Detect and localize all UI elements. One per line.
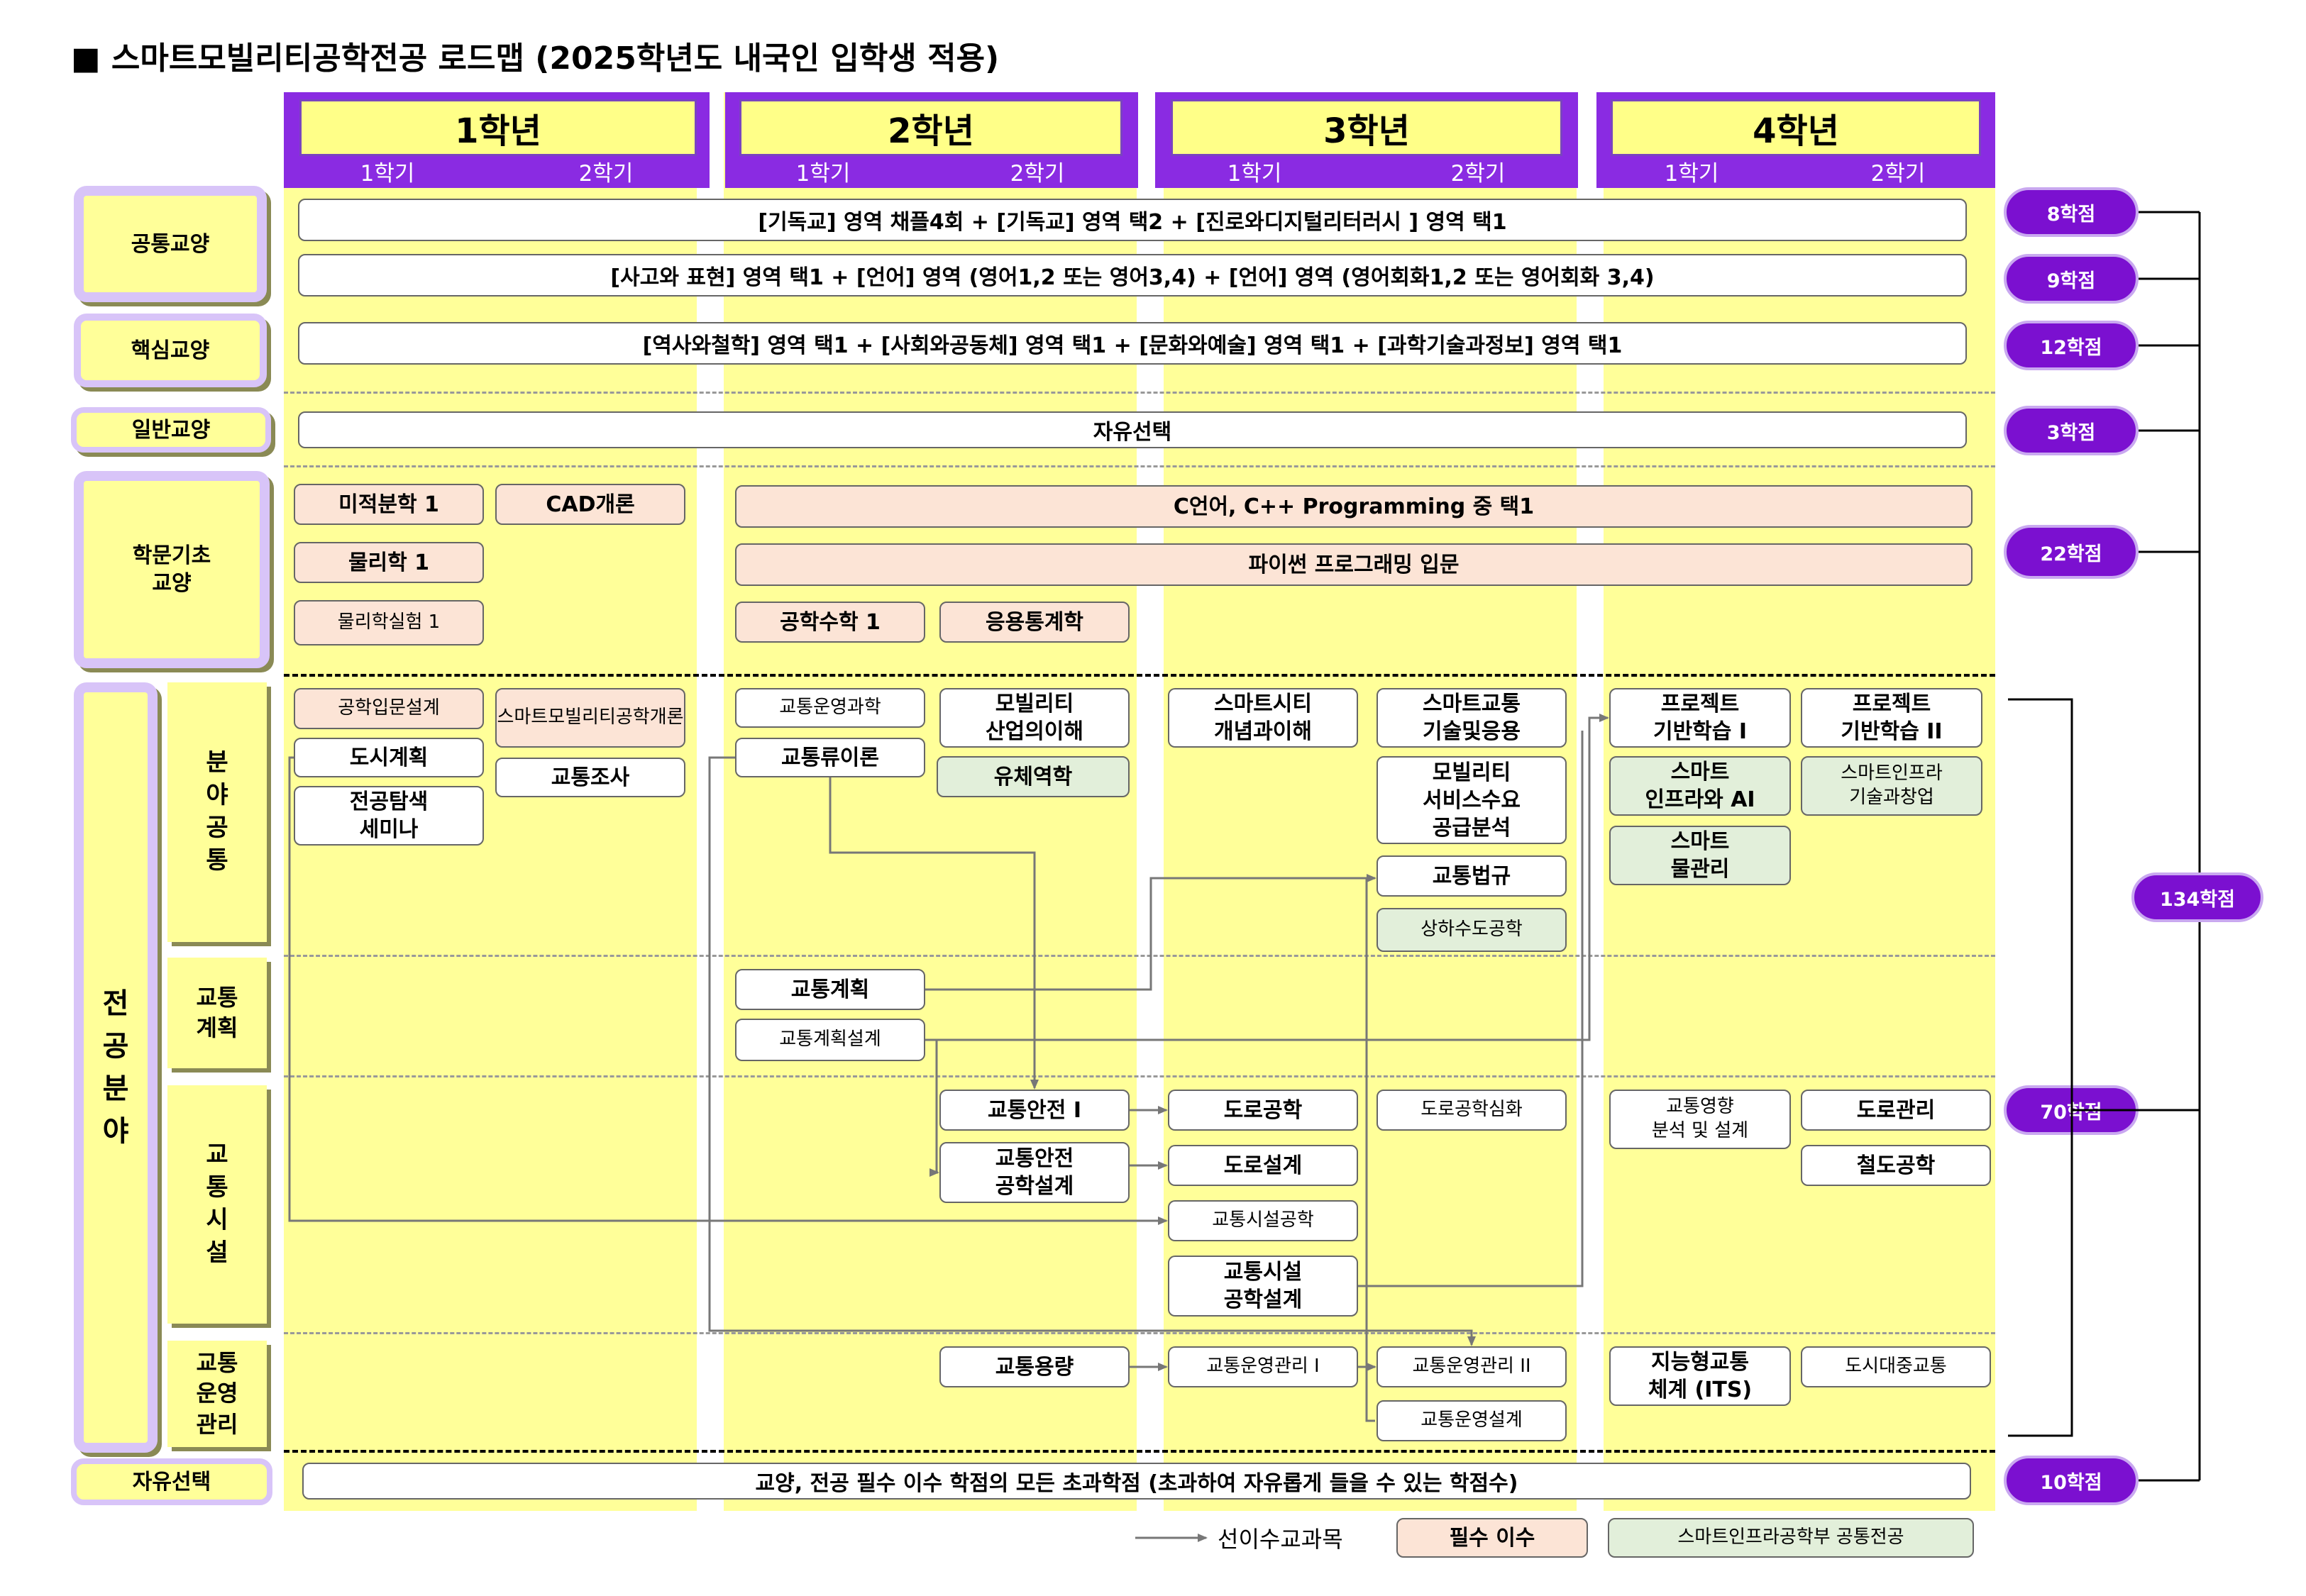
arrow-flow-to-safety: [829, 777, 1039, 1090]
arrow-plandesign-to-safetydesign: [929, 1040, 939, 1177]
connector-lines: [288, 211, 2201, 1542]
arrow-plan-to-law: [925, 874, 1377, 991]
line-law-to-opsdesign: [1365, 878, 1375, 1422]
arrow-flow-to-ops2: [708, 756, 1476, 1346]
line-facility-design-up: [1358, 731, 1584, 1287]
